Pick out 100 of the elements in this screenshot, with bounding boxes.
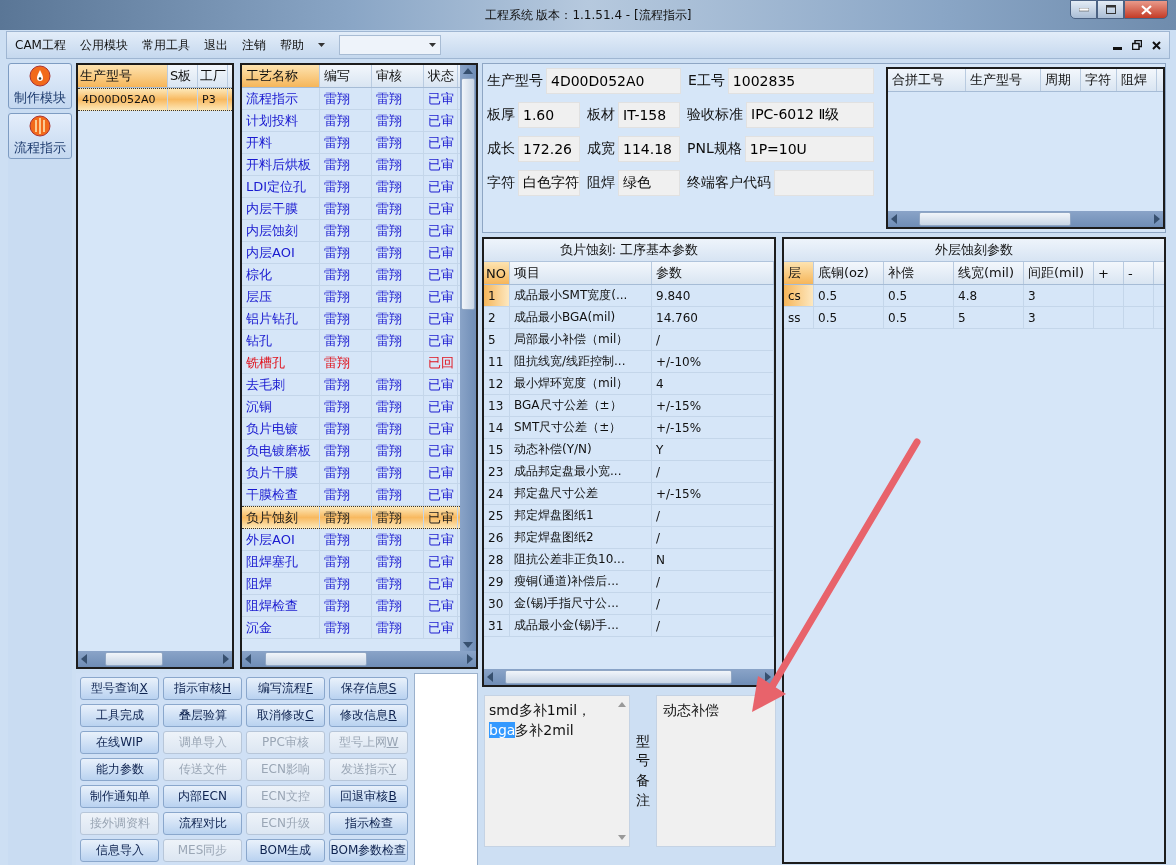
table-row[interactable]: 14 SMT尺寸公差（±） +/-15% bbox=[484, 417, 774, 439]
table-row[interactable]: 12 最小焊环宽度（mil） 4 bbox=[484, 373, 774, 395]
column-header[interactable]: 字符 bbox=[1081, 69, 1118, 91]
input-field[interactable]: 1002835 bbox=[727, 68, 875, 94]
column-header[interactable]: 合拼工号 bbox=[888, 69, 967, 91]
column-header[interactable]: 编写 bbox=[320, 65, 372, 87]
caret-icon[interactable] bbox=[317, 43, 325, 47]
table-row[interactable]: 外层AOI 雷翔 雷翔 已审 bbox=[242, 529, 460, 551]
table-row[interactable]: 28 阻抗公差非正负10... N bbox=[484, 549, 774, 571]
input-field[interactable]: 4D00D052A0 bbox=[546, 68, 681, 94]
column-header[interactable]: 周期 bbox=[1041, 69, 1082, 91]
scrollbar[interactable] bbox=[460, 65, 476, 651]
table-row[interactable]: cs 0.5 0.5 4.8 3 bbox=[784, 285, 1164, 307]
table-row[interactable]: 阻焊 雷翔 雷翔 已审 bbox=[242, 573, 460, 595]
table-row[interactable]: 负片蚀刻 雷翔 雷翔 已审 bbox=[242, 506, 460, 529]
column-header[interactable]: 项目 bbox=[510, 262, 652, 284]
action-button[interactable]: 回退审核B bbox=[329, 785, 408, 808]
column-header[interactable]: 生产型号 bbox=[78, 65, 168, 87]
table-row[interactable]: 阻焊检查 雷翔 雷翔 已审 bbox=[242, 595, 460, 617]
column-header[interactable]: 补偿 bbox=[884, 262, 954, 284]
table-row[interactable]: 31 成品最小金(锡)手... / bbox=[484, 615, 774, 637]
close-button[interactable] bbox=[1124, 0, 1168, 19]
column-header[interactable]: 阻焊 bbox=[1117, 69, 1158, 91]
scrollbar[interactable] bbox=[484, 669, 774, 685]
action-button[interactable]: 流程对比 bbox=[163, 812, 242, 835]
input-field[interactable]: 白色字符 bbox=[518, 170, 580, 196]
scrollbar[interactable] bbox=[888, 211, 1163, 227]
dropdown-field[interactable] bbox=[338, 35, 441, 55]
table-row[interactable]: 4D00D052A0 P3 bbox=[78, 88, 232, 111]
table-row[interactable]: 2 成品最小BGA(mil) 14.760 bbox=[484, 307, 774, 329]
action-button[interactable]: 取消修改C bbox=[246, 704, 325, 727]
column-header[interactable]: 状态 bbox=[424, 65, 458, 87]
table-row[interactable]: 内层AOI 雷翔 雷翔 已审 bbox=[242, 242, 460, 264]
table-row[interactable]: 26 邦定焊盘图纸2 / bbox=[484, 527, 774, 549]
table-row[interactable]: 计划投料 雷翔 雷翔 已审 bbox=[242, 110, 460, 132]
close-icon[interactable] bbox=[1152, 40, 1161, 50]
table-row[interactable]: ss 0.5 0.5 5 3 bbox=[784, 307, 1164, 329]
column-header[interactable]: - bbox=[1124, 262, 1154, 284]
column-header[interactable]: S板 bbox=[168, 65, 198, 87]
maximize-button[interactable] bbox=[1097, 0, 1124, 19]
action-button[interactable]: 指示审核H bbox=[163, 677, 242, 700]
column-header[interactable]: 底铜(oz) bbox=[814, 262, 884, 284]
table-row[interactable]: 棕化 雷翔 雷翔 已审 bbox=[242, 264, 460, 286]
column-header[interactable]: 生产型号 bbox=[966, 69, 1042, 91]
action-button[interactable]: 指示检查 bbox=[329, 812, 408, 835]
restore-icon[interactable] bbox=[1132, 40, 1142, 50]
minimize-button[interactable] bbox=[1070, 0, 1097, 19]
table-row[interactable]: 23 成品邦定盘最小宽... / bbox=[484, 461, 774, 483]
action-button[interactable]: 能力参数 bbox=[80, 758, 159, 781]
input-field[interactable]: IT-158 bbox=[618, 102, 680, 128]
table-row[interactable]: 29 瘦铜(通道)补偿后... / bbox=[484, 571, 774, 593]
table-row[interactable]: 层压 雷翔 雷翔 已审 bbox=[242, 286, 460, 308]
table-row[interactable]: 去毛刺 雷翔 雷翔 已审 bbox=[242, 374, 460, 396]
table-row[interactable]: 内层干膜 雷翔 雷翔 已审 bbox=[242, 198, 460, 220]
nav-button[interactable]: 制作模块 bbox=[8, 63, 72, 109]
table-row[interactable]: 负电镀磨板 雷翔 雷翔 已审 bbox=[242, 440, 460, 462]
input-field[interactable]: 绿色 bbox=[618, 170, 680, 196]
input-field[interactable]: 1.60 bbox=[518, 102, 580, 128]
scrollbar[interactable] bbox=[78, 651, 232, 667]
table-row[interactable]: 钻孔 雷翔 雷翔 已审 bbox=[242, 330, 460, 352]
table-row[interactable]: 15 动态补偿(Y/N) Y bbox=[484, 439, 774, 461]
table-row[interactable]: 阻焊塞孔 雷翔 雷翔 已审 bbox=[242, 551, 460, 573]
table-row[interactable]: 沉铜 雷翔 雷翔 已审 bbox=[242, 396, 460, 418]
action-button[interactable]: BOM生成 bbox=[246, 839, 325, 862]
table-row[interactable]: 1 成品最小SMT宽度(... 9.840 bbox=[484, 285, 774, 307]
menu-item[interactable]: 公用模块 bbox=[79, 36, 128, 54]
table-row[interactable]: 开料后烘板 雷翔 雷翔 已审 bbox=[242, 154, 460, 176]
column-header[interactable]: + bbox=[1094, 262, 1124, 284]
table-row[interactable]: 24 邦定盘尺寸公差 +/-15% bbox=[484, 483, 774, 505]
menu-item[interactable]: 帮助 bbox=[279, 36, 304, 54]
action-button[interactable]: 叠层验算 bbox=[163, 704, 242, 727]
table-row[interactable]: 铣槽孔 雷翔 已回 bbox=[242, 352, 460, 374]
table-row[interactable]: 5 局部最小补偿（mil） / bbox=[484, 329, 774, 351]
table-row[interactable]: 内层蚀刻 雷翔 雷翔 已审 bbox=[242, 220, 460, 242]
column-header[interactable]: 工厂 bbox=[198, 65, 228, 87]
column-header[interactable]: 参数 bbox=[652, 262, 774, 284]
action-button[interactable]: 修改信息R bbox=[329, 704, 408, 727]
column-header[interactable]: 工艺名称 bbox=[242, 65, 320, 87]
menu-item[interactable]: 退出 bbox=[203, 36, 228, 54]
table-row[interactable]: LDI定位孔 雷翔 雷翔 已审 bbox=[242, 176, 460, 198]
note-field[interactable]: 动态补偿 bbox=[656, 695, 776, 847]
table-row[interactable]: 25 邦定焊盘图纸1 / bbox=[484, 505, 774, 527]
menu-item[interactable]: 注销 bbox=[241, 36, 266, 54]
menu-item[interactable]: 常用工具 bbox=[141, 36, 190, 54]
table-row[interactable]: 11 阻抗线宽/线距控制... +/-10% bbox=[484, 351, 774, 373]
action-button[interactable]: 内部ECN bbox=[163, 785, 242, 808]
column-header[interactable]: 间距(mil) bbox=[1024, 262, 1094, 284]
table-row[interactable]: 开料 雷翔 雷翔 已审 bbox=[242, 132, 460, 154]
action-button[interactable]: 编写流程F bbox=[246, 677, 325, 700]
input-field[interactable]: 1P=10U bbox=[744, 136, 875, 162]
table-row[interactable]: 铝片钻孔 雷翔 雷翔 已审 bbox=[242, 308, 460, 330]
action-button[interactable]: 在线WIP bbox=[80, 731, 159, 754]
table-row[interactable]: 负片干膜 雷翔 雷翔 已审 bbox=[242, 462, 460, 484]
table-row[interactable]: 30 金(锡)手指尺寸公... / bbox=[484, 593, 774, 615]
table-row[interactable]: 13 BGA尺寸公差（±） +/-15% bbox=[484, 395, 774, 417]
input-field[interactable]: 114.18 bbox=[618, 136, 680, 162]
table-row[interactable]: 负片电镀 雷翔 雷翔 已审 bbox=[242, 418, 460, 440]
menu-item[interactable]: CAM工程 bbox=[15, 36, 66, 54]
action-button[interactable]: 工具完成 bbox=[80, 704, 159, 727]
action-button[interactable]: 保存信息S bbox=[329, 677, 408, 700]
